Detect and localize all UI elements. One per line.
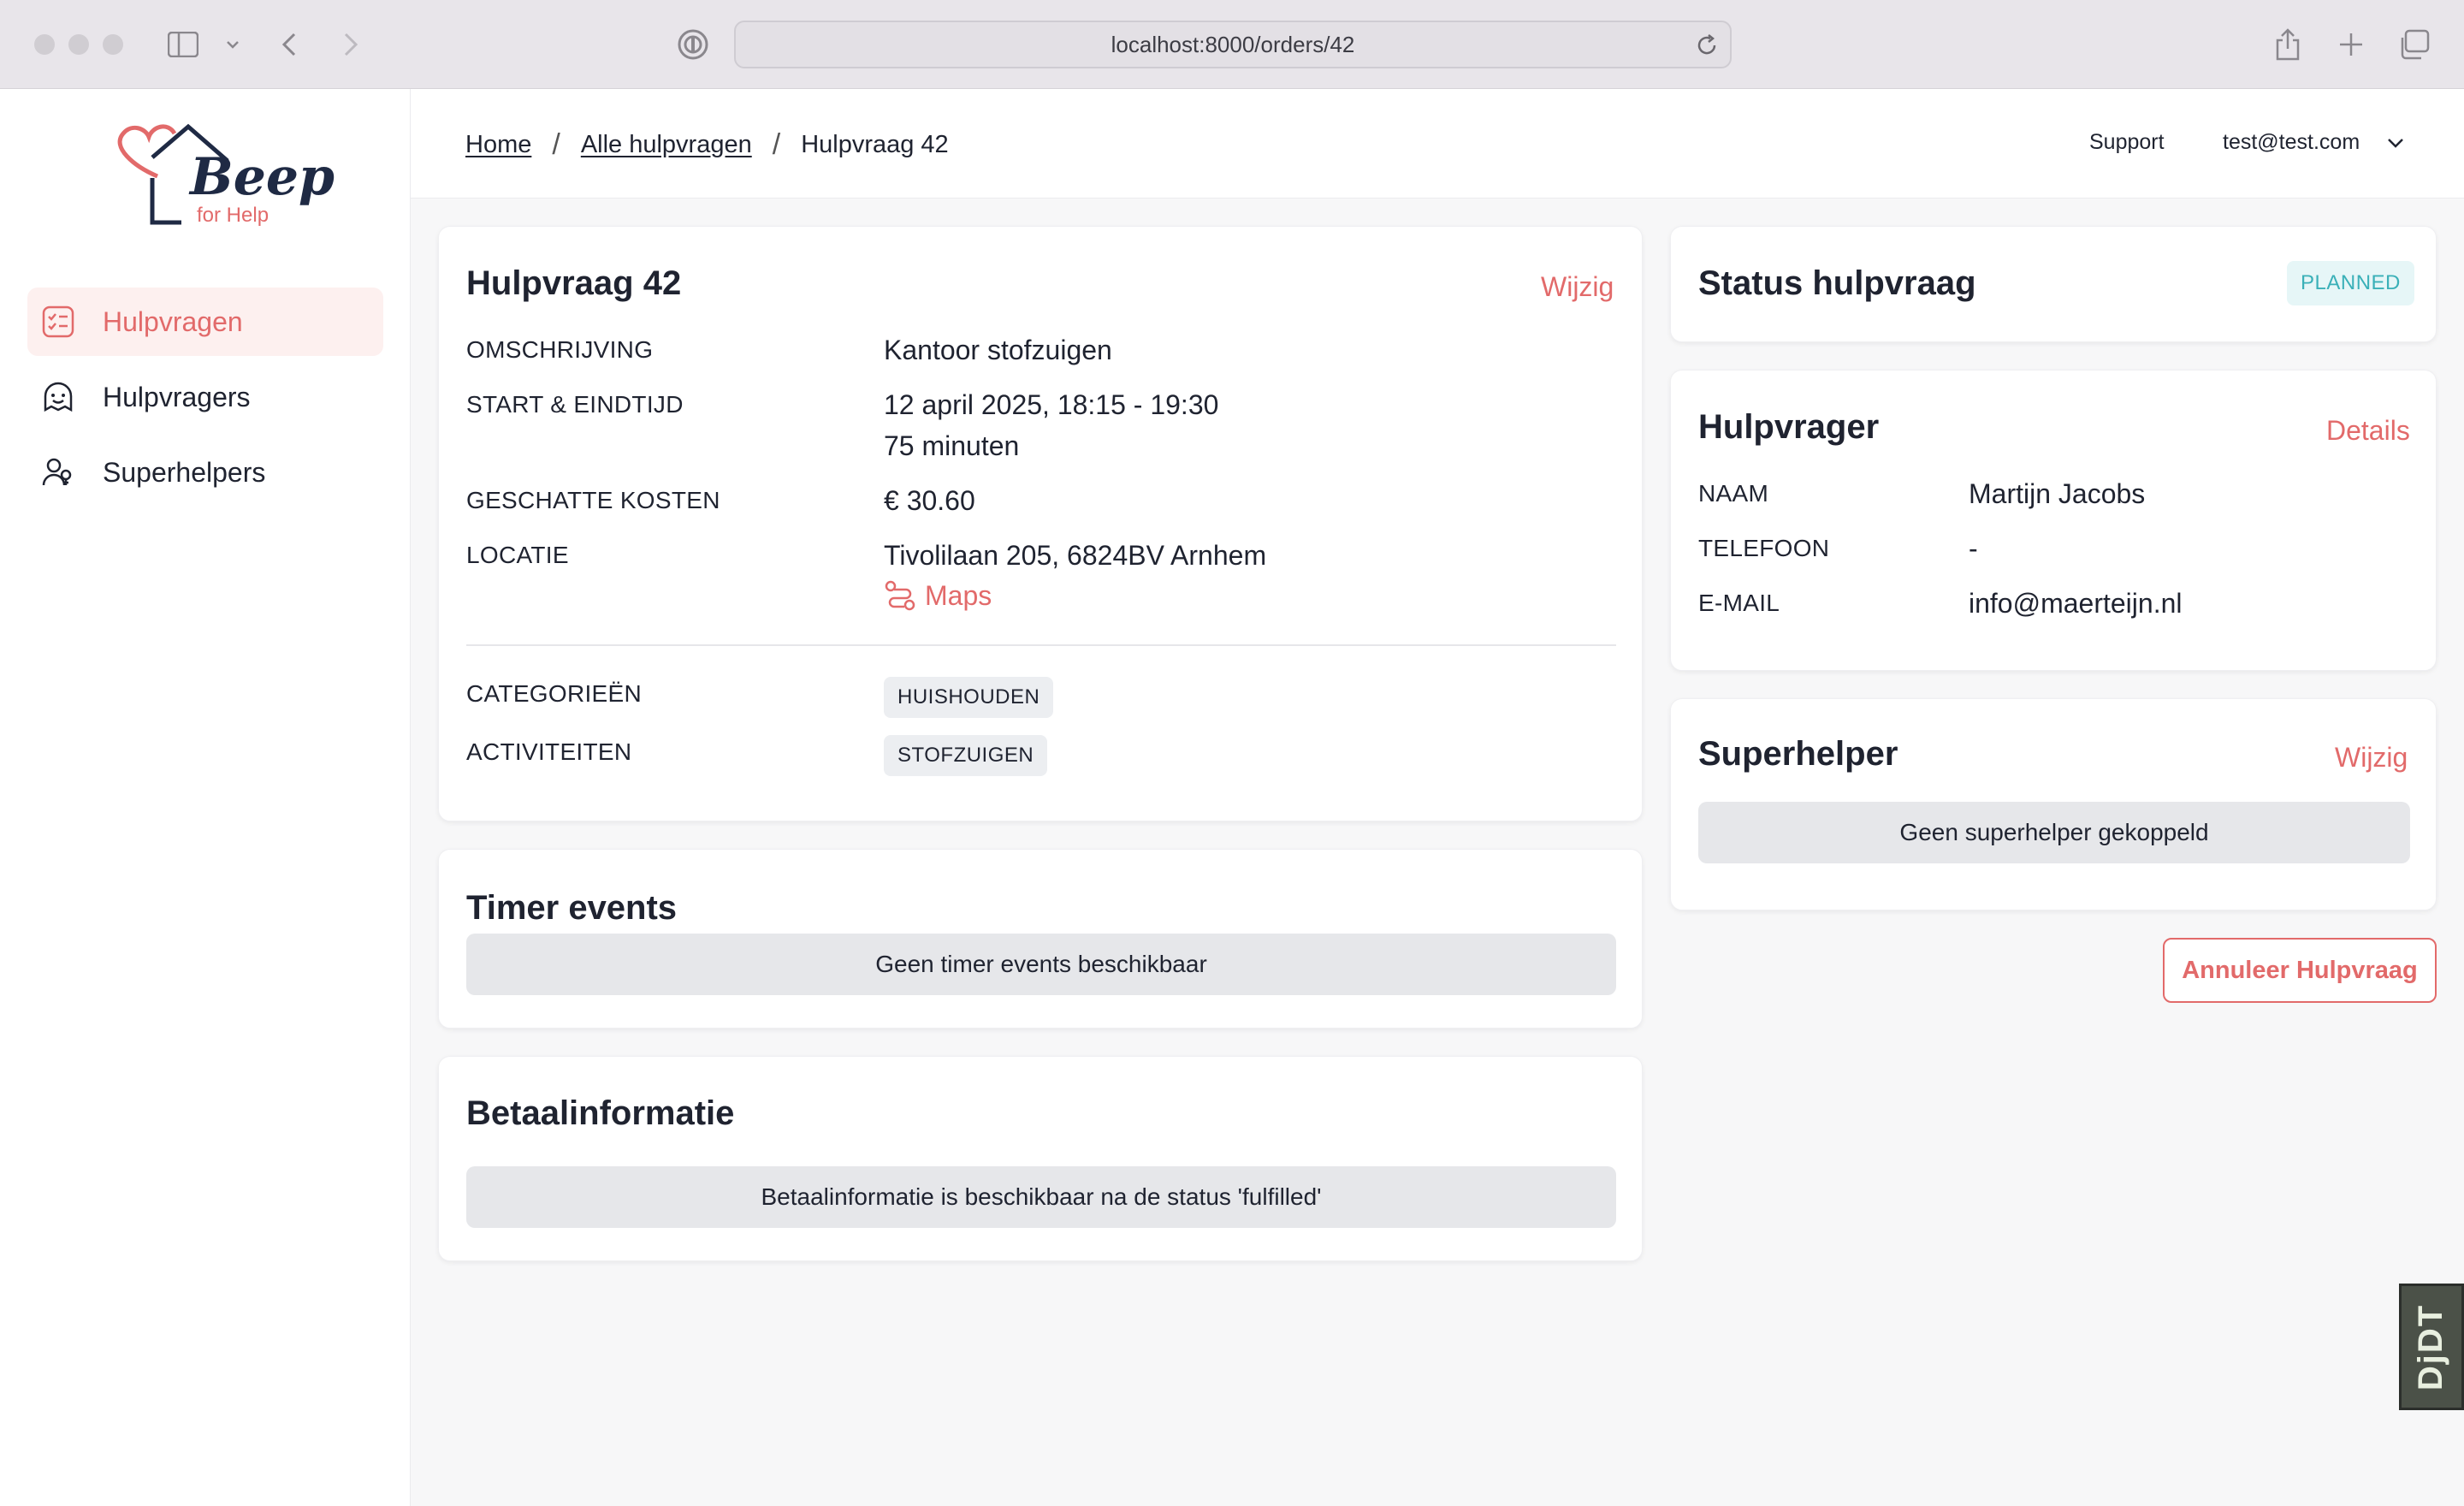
timer-events-empty: Geen timer events beschikbaar bbox=[466, 934, 1616, 995]
edit-superhelper-link[interactable]: Wijzig bbox=[2335, 742, 2408, 774]
phone-value: - bbox=[1969, 533, 1978, 564]
payment-info-card: Betaalinformatie Betaalinformatie is bes… bbox=[438, 1056, 1643, 1261]
superhelper-title: Superhelper bbox=[1698, 735, 1898, 773]
logo-text: Beep bbox=[190, 147, 335, 207]
activity-tag: STOFZUIGEN bbox=[884, 735, 1048, 776]
order-details-card: Hulpvraag 42 Wijzig OMSCHRIJVING Kantoor… bbox=[438, 226, 1643, 821]
support-link[interactable]: Support bbox=[2089, 130, 2165, 155]
name-value: Martijn Jacobs bbox=[1969, 478, 2146, 509]
reload-icon[interactable] bbox=[1694, 33, 1720, 58]
tab-overview-icon[interactable] bbox=[2397, 27, 2431, 62]
cancel-order-button[interactable]: Annuleer Hulpvraag bbox=[2163, 938, 2437, 1003]
timer-events-title: Timer events bbox=[466, 889, 678, 927]
url-text: localhost:8000/orders/42 bbox=[1111, 31, 1355, 57]
description-value: Kantoor stofzuigen bbox=[884, 335, 1112, 365]
status-card: Status hulpvraag PLANNED bbox=[1670, 226, 2437, 342]
status-title: Status hulpvraag bbox=[1698, 264, 1976, 302]
users-icon bbox=[41, 455, 75, 489]
address-bar[interactable]: localhost:8000/orders/42 bbox=[734, 21, 1732, 68]
time-label: START & EINDTIJD bbox=[466, 391, 684, 418]
sidebar-item-label: Hulpvragen bbox=[103, 305, 243, 337]
beep-logo[interactable]: Beep for Help bbox=[108, 115, 335, 234]
logo-subtext: for Help bbox=[197, 204, 270, 227]
browser-toolbar: localhost:8000/orders/42 bbox=[0, 0, 2464, 89]
forward-icon[interactable] bbox=[334, 27, 368, 62]
order-title: Hulpvraag 42 bbox=[466, 264, 682, 302]
time-value: 12 april 2025, 18:15 - 19:30 bbox=[884, 389, 1219, 420]
user-email: test@test.com bbox=[2223, 130, 2360, 154]
sidebar: Beep for Help Hulpvragen Hulpvragers Sup… bbox=[0, 89, 411, 1506]
description-label: OMSCHRIJVING bbox=[466, 336, 654, 363]
breadcrumb-current: Hulpvraag 42 bbox=[801, 131, 949, 158]
maps-label: Maps bbox=[925, 579, 992, 611]
close-window-button[interactable] bbox=[34, 34, 55, 55]
status-badge: PLANNED bbox=[2287, 261, 2414, 305]
phone-label: TELEFOON bbox=[1698, 535, 1830, 561]
email-label: E-MAIL bbox=[1698, 590, 1780, 616]
new-tab-icon[interactable] bbox=[2334, 27, 2368, 62]
timer-events-card: Timer events Geen timer events beschikba… bbox=[438, 849, 1643, 1029]
breadcrumb-orders-link[interactable]: Alle hulpvragen bbox=[581, 131, 752, 159]
minimize-window-button[interactable] bbox=[68, 34, 89, 55]
privacy-report-icon[interactable] bbox=[676, 27, 710, 62]
payment-info-title: Betaalinformatie bbox=[466, 1094, 735, 1132]
maps-link[interactable]: Maps bbox=[884, 579, 992, 612]
sidebar-toggle-icon[interactable] bbox=[166, 27, 200, 62]
breadcrumb-separator: / bbox=[552, 128, 560, 161]
sidebar-item-label: Superhelpers bbox=[103, 456, 266, 488]
superhelper-card: Superhelper Wijzig Geen superhelper geko… bbox=[1670, 698, 2437, 910]
sidebar-item-superhelpers[interactable]: Superhelpers bbox=[27, 438, 383, 507]
checklist-icon bbox=[41, 305, 75, 339]
duration-value: 75 minuten bbox=[884, 430, 1020, 461]
sidebar-item-hulpvragen[interactable]: Hulpvragen bbox=[27, 288, 383, 356]
category-tag: HUISHOUDEN bbox=[884, 677, 1054, 718]
page-header: Home / Alle hulpvragen / Hulpvraag 42 Su… bbox=[411, 89, 2464, 199]
breadcrumb: Home / Alle hulpvragen / Hulpvraag 42 bbox=[465, 128, 949, 162]
activities-label: ACTIVITEITEN bbox=[466, 738, 632, 765]
requester-card: Hulpvrager Details NAAM Martijn Jacobs T… bbox=[1670, 370, 2437, 671]
share-icon[interactable] bbox=[2271, 27, 2305, 62]
breadcrumb-separator: / bbox=[772, 128, 781, 161]
chevron-down-icon bbox=[2388, 138, 2404, 148]
user-menu[interactable]: test@test.com bbox=[2223, 130, 2406, 155]
sidebar-item-hulpvragers[interactable]: Hulpvragers bbox=[27, 363, 383, 431]
location-value: Tivolilaan 205, 6824BV Arnhem bbox=[884, 540, 1267, 571]
debug-toolbar-handle[interactable]: DjDT bbox=[2399, 1284, 2464, 1410]
requester-details-link[interactable]: Details bbox=[2326, 415, 2410, 447]
debug-toolbar-label: DjDT bbox=[2412, 1303, 2450, 1390]
payment-info-empty: Betaalinformatie is beschikbaar na de st… bbox=[466, 1166, 1616, 1228]
name-label: NAAM bbox=[1698, 480, 1769, 507]
categories-label: CATEGORIEËN bbox=[466, 680, 643, 707]
zoom-window-button[interactable] bbox=[103, 34, 123, 55]
requester-title: Hulpvrager bbox=[1698, 408, 1880, 446]
breadcrumb-home-link[interactable]: Home bbox=[465, 131, 531, 159]
divider bbox=[466, 644, 1616, 646]
location-label: LOCATIE bbox=[466, 542, 569, 568]
superhelper-empty: Geen superhelper gekoppeld bbox=[1698, 802, 2410, 863]
email-value: info@maerteijn.nl bbox=[1969, 588, 2183, 619]
chevron-down-icon[interactable] bbox=[216, 27, 250, 62]
sidebar-item-label: Hulpvragers bbox=[103, 381, 251, 412]
edit-order-link[interactable]: Wijzig bbox=[1541, 271, 1614, 303]
cost-value: € 30.60 bbox=[884, 485, 975, 516]
route-icon bbox=[885, 580, 915, 611]
face-icon bbox=[41, 380, 75, 414]
back-icon[interactable] bbox=[272, 27, 306, 62]
cost-label: GESCHATTE KOSTEN bbox=[466, 487, 720, 513]
